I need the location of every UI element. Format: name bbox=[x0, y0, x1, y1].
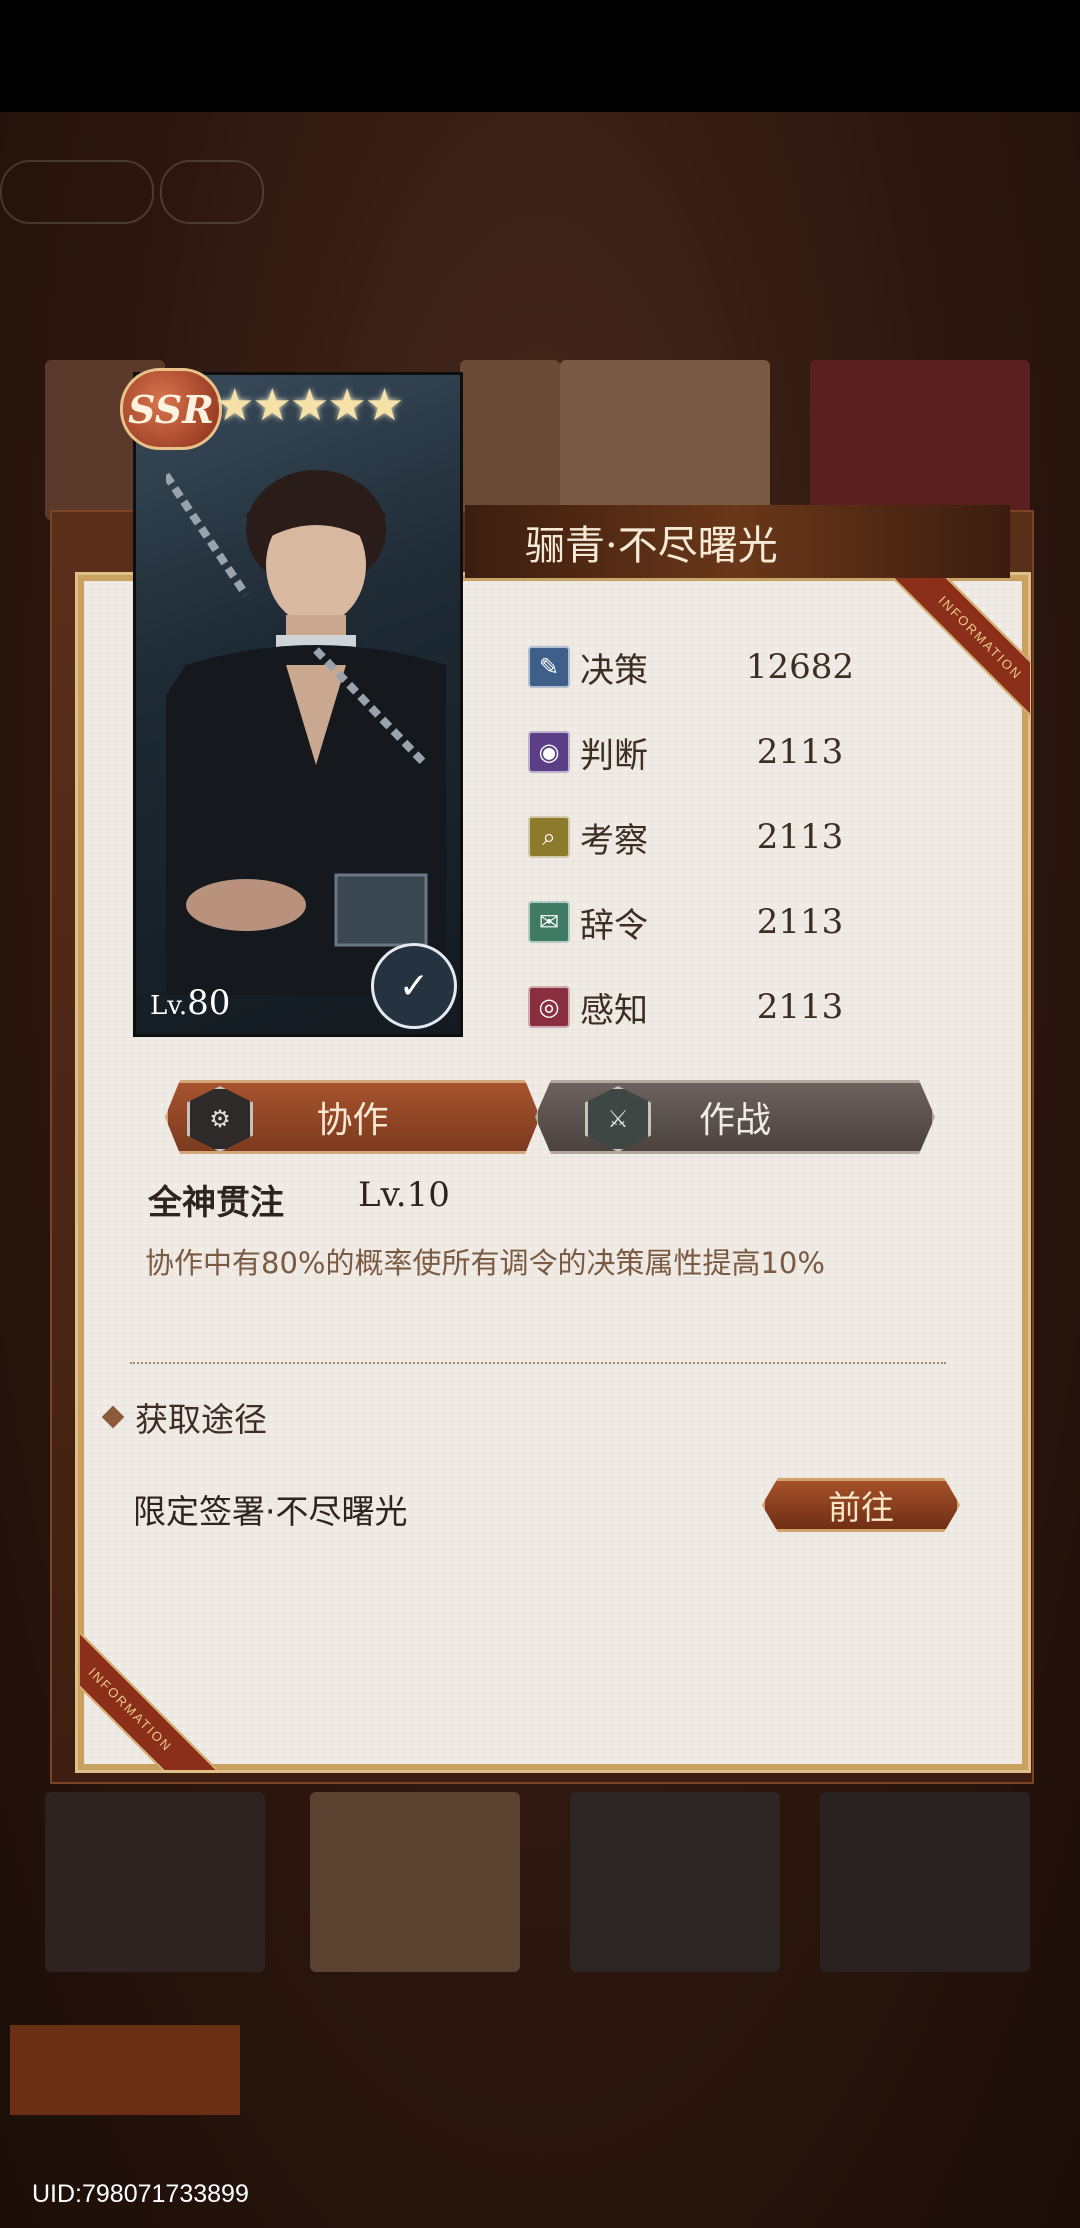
level-value: 80 bbox=[187, 983, 231, 1023]
background-card-thumb bbox=[310, 1792, 520, 1972]
background-filter-tabs bbox=[10, 2025, 1070, 2115]
skill-name: 全神贯注 bbox=[148, 1183, 284, 1223]
stat-value: 2113 bbox=[756, 817, 844, 857]
stat-row-inspection: ⌕ 考察 2113 bbox=[528, 812, 870, 862]
source-heading-label: 获取途径 bbox=[135, 1400, 267, 1439]
background-card-thumb bbox=[810, 360, 1030, 520]
background-tab bbox=[10, 2025, 240, 2115]
ribbon-label: INFORMATION bbox=[80, 1620, 222, 1770]
level-prefix: Lv. bbox=[150, 991, 188, 1021]
section-divider bbox=[130, 1362, 946, 1364]
stat-row-decision: ✎ 决策 12682 bbox=[528, 642, 870, 692]
stat-value: 2113 bbox=[756, 987, 844, 1027]
stat-name: 决策 bbox=[580, 650, 648, 691]
stat-value: 12682 bbox=[745, 647, 855, 687]
information-ribbon-top-right: INFORMATION bbox=[880, 578, 1030, 728]
background-tab bbox=[670, 2025, 870, 2115]
star-rating: ★★★★★ bbox=[215, 380, 404, 431]
skill-level: Lv.10 bbox=[358, 1175, 450, 1215]
perception-icon: ◎ bbox=[528, 986, 570, 1028]
inspection-icon: ⌕ bbox=[528, 816, 570, 858]
background-card-thumb bbox=[460, 360, 560, 520]
background-tab bbox=[460, 2025, 660, 2115]
background-tab bbox=[250, 2025, 450, 2115]
background-tab bbox=[870, 2025, 1070, 2115]
source-name: 限定签署·不尽曙光 bbox=[133, 1492, 408, 1531]
stat-value: 2113 bbox=[756, 902, 844, 942]
skill-tab-bar: 协作 作战 ⚙ ⚔ bbox=[165, 1080, 935, 1154]
decision-icon: ✎ bbox=[528, 646, 570, 688]
card-title: 骊青·不尽曙光 bbox=[525, 522, 778, 569]
go-button[interactable]: 前往 bbox=[762, 1478, 960, 1532]
character-card[interactable]: ✓ bbox=[133, 372, 463, 1037]
stat-row-perception: ◎ 感知 2113 bbox=[528, 982, 870, 1032]
background-card-thumb bbox=[45, 1792, 265, 1972]
rhetoric-icon: ✉ bbox=[528, 901, 570, 943]
stat-name: 感知 bbox=[580, 990, 648, 1031]
card-role-icon: ✓ bbox=[371, 943, 457, 1029]
background-card-thumb bbox=[820, 1792, 1030, 1972]
stat-row-rhetoric: ✉ 辞令 2113 bbox=[528, 897, 870, 947]
information-ribbon-bottom-left: INFORMATION bbox=[80, 1620, 230, 1770]
character-illustration bbox=[166, 470, 446, 995]
diamond-bullet-icon bbox=[101, 1405, 125, 1429]
stat-name: 考察 bbox=[580, 820, 648, 861]
skill-description: 协作中有80%的概率使所有调令的决策属性提高10% bbox=[145, 1246, 825, 1280]
judgment-icon: ◉ bbox=[528, 731, 570, 773]
stat-row-judgment: ◉ 判断 2113 bbox=[528, 727, 870, 777]
background-filter-chip bbox=[0, 160, 154, 224]
ribbon-label: INFORMATION bbox=[888, 578, 1030, 728]
background-sort-chip bbox=[160, 160, 264, 224]
card-title-banner: 骊青·不尽曙光 bbox=[465, 505, 1010, 580]
rarity-badge: SSR bbox=[120, 368, 222, 450]
stat-name: 判断 bbox=[580, 735, 648, 776]
card-level: Lv.80 bbox=[150, 983, 230, 1023]
user-id: UID:798071733899 bbox=[32, 2180, 249, 2208]
background-card-thumb bbox=[560, 360, 770, 520]
background-card-thumb bbox=[570, 1792, 780, 1972]
status-bar bbox=[0, 0, 1080, 112]
source-heading: 获取途径 bbox=[101, 1393, 267, 1441]
stat-value: 2113 bbox=[756, 732, 844, 772]
stat-name: 辞令 bbox=[580, 905, 648, 946]
